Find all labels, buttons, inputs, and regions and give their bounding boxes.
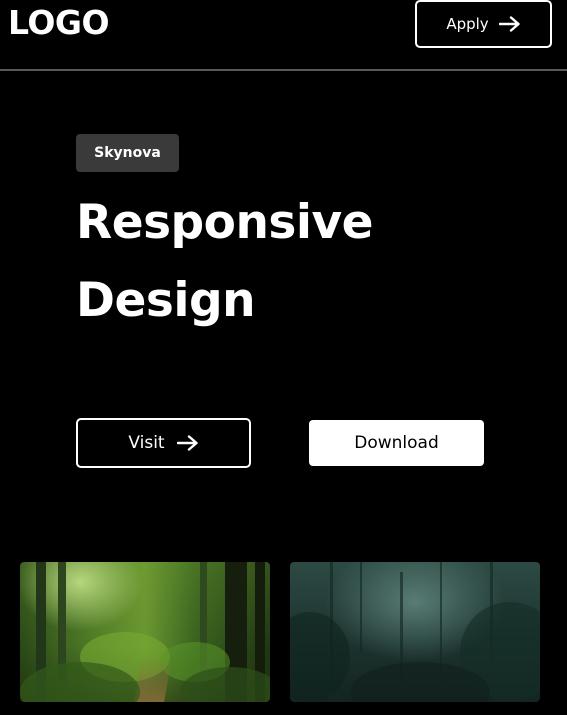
logo[interactable]: LOGO — [8, 3, 110, 42]
brand-tag: Skynova — [76, 134, 179, 172]
site-header: LOGO Apply — [0, 0, 567, 71]
misty-forest-image[interactable] — [290, 562, 540, 702]
apply-button[interactable]: Apply — [415, 0, 552, 48]
apply-button-label: Apply — [446, 15, 489, 33]
arrow-right-icon — [498, 16, 521, 32]
download-button[interactable]: Download — [309, 420, 484, 466]
arrow-right-icon — [176, 435, 199, 451]
visit-button-label: Visit — [128, 433, 165, 453]
hero-title-line-1: Responsive — [76, 195, 374, 250]
hero-title-line-2: Design — [76, 273, 256, 328]
hero-title: Responsive Design — [76, 184, 496, 340]
page: LOGO Apply Skynova Responsive Design Vis… — [0, 0, 567, 715]
visit-button[interactable]: Visit — [76, 418, 251, 468]
forest-path-image[interactable] — [20, 562, 270, 702]
